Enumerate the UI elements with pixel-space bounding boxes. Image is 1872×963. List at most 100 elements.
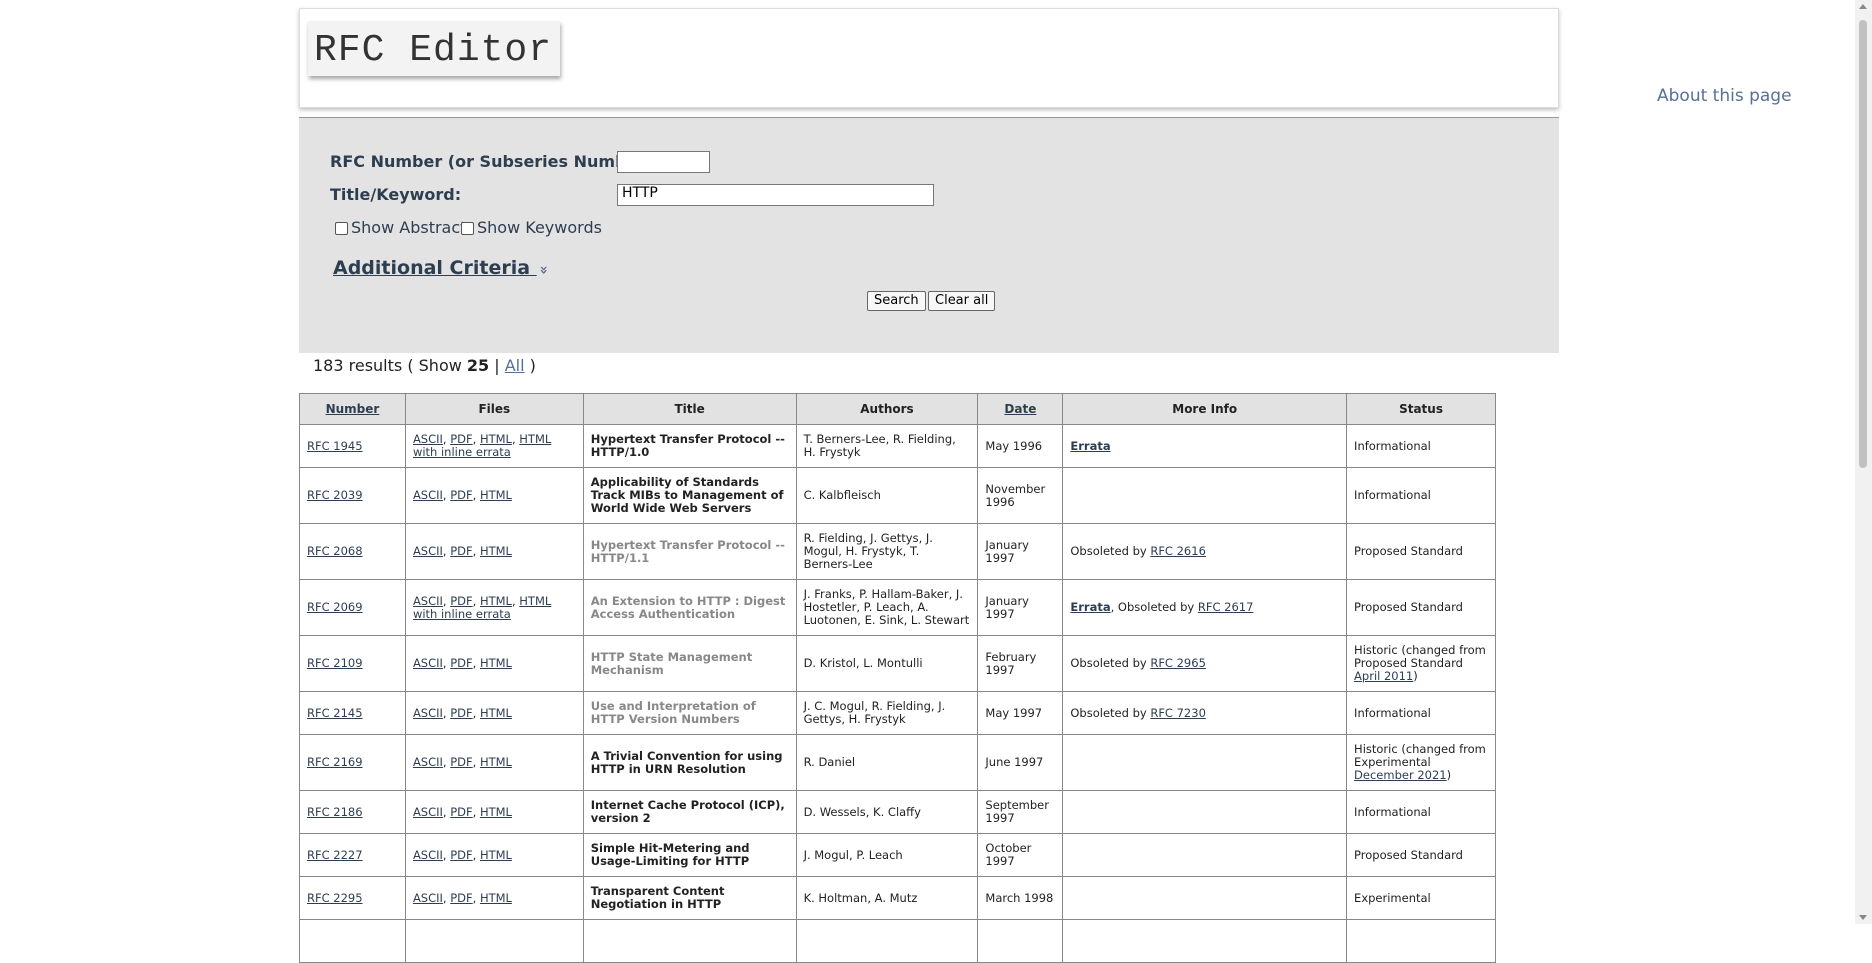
file-link-html[interactable]: HTML xyxy=(480,755,512,769)
cell-files xyxy=(404,919,584,963)
rfc-editor-logo[interactable]: RFC Editor xyxy=(308,21,560,76)
column-header-title: Title xyxy=(582,393,797,425)
vertical-scrollbar[interactable] xyxy=(1855,0,1872,924)
file-link-html[interactable]: HTML xyxy=(480,848,512,862)
scroll-down-arrow-icon[interactable] xyxy=(1859,915,1867,920)
scrollbar-thumb[interactable] xyxy=(1859,20,1867,468)
show-abstract-label[interactable]: Show Abstract xyxy=(351,218,466,237)
file-link-ascii[interactable]: ASCII xyxy=(413,848,443,862)
rfc-number-link[interactable]: RFC 2039 xyxy=(307,488,363,502)
file-link-html[interactable]: HTML xyxy=(480,432,512,446)
cell-title: An Extension to HTTP : Digest Access Aut… xyxy=(582,579,797,636)
obsoleted-by-link[interactable]: RFC 7230 xyxy=(1150,706,1206,720)
file-link-pdf[interactable]: PDF xyxy=(450,488,472,502)
file-link-ascii[interactable]: ASCII xyxy=(413,891,443,905)
cell-status: Proposed Standard xyxy=(1346,833,1496,877)
file-link-html[interactable]: HTML xyxy=(480,656,512,670)
file-link-pdf[interactable]: PDF xyxy=(450,805,472,819)
search-button[interactable]: Search xyxy=(867,291,926,311)
file-link-pdf[interactable]: PDF xyxy=(450,432,472,446)
rfc-number-input[interactable] xyxy=(617,151,710,173)
rfc-number-link[interactable]: RFC 2109 xyxy=(307,656,363,670)
table-row: RFC 2169 ASCII, PDF, HTML A Trivial Conven… xyxy=(299,734,1496,791)
obsoleted-by-link[interactable]: RFC 2617 xyxy=(1198,600,1254,614)
column-header-authors: Authors xyxy=(795,393,979,425)
cell-status: Historic (changed from Proposed Standard… xyxy=(1346,635,1496,692)
file-link-ascii[interactable]: ASCII xyxy=(413,805,443,819)
results-count: 183 results ( Show xyxy=(313,356,467,375)
show-count-current: 25 xyxy=(466,356,490,375)
cell-number: RFC 2169 xyxy=(299,734,406,791)
file-link-html[interactable]: HTML xyxy=(480,544,512,558)
rfc-number-link[interactable]: RFC 1945 xyxy=(307,439,363,453)
cell-number: RFC 2109 xyxy=(299,635,406,692)
clear-all-button[interactable]: Clear all xyxy=(928,291,996,311)
cell-status: Informational xyxy=(1346,467,1496,524)
scroll-up-arrow-icon[interactable] xyxy=(1859,4,1867,9)
file-link-pdf[interactable]: PDF xyxy=(450,706,472,720)
results-table-body: RFC 1945 ASCII, PDF, HTML, HTML with inli… xyxy=(299,424,1496,963)
cell-date: May 1996 xyxy=(977,424,1064,468)
cell-date: May 1997 xyxy=(977,691,1064,735)
errata-link[interactable]: Errata xyxy=(1070,439,1110,453)
show-keywords-label[interactable]: Show Keywords xyxy=(477,218,602,237)
rfc-number-link[interactable]: RFC 2169 xyxy=(307,755,363,769)
show-keywords-checkbox[interactable] xyxy=(461,222,474,235)
rfc-number-link[interactable]: RFC 2069 xyxy=(307,600,363,614)
file-link-html[interactable]: HTML xyxy=(480,805,512,819)
rfc-number-link[interactable]: RFC 2295 xyxy=(307,891,363,905)
file-link-html[interactable]: HTML xyxy=(480,706,512,720)
results-table: Number Files Title Authors Date More Inf… xyxy=(299,393,1496,963)
obsoleted-by-link[interactable]: RFC 2965 xyxy=(1150,656,1206,670)
show-abstract-checkbox[interactable] xyxy=(335,222,348,235)
cell-status: Historic (changed from Experimental Dece… xyxy=(1346,734,1496,791)
status-date-link[interactable]: April 2011 xyxy=(1354,669,1413,683)
table-row: RFC 2068 ASCII, PDF, HTML Hypertext Transf… xyxy=(299,523,1496,580)
rfc-number-link[interactable]: RFC 2068 xyxy=(307,544,363,558)
cell-authors: R. Fielding, J. Gettys, J. Mogul, H. Fry… xyxy=(795,523,979,580)
file-link-ascii[interactable]: ASCII xyxy=(413,656,443,670)
show-all-link[interactable]: All xyxy=(505,356,525,375)
cell-authors: T. Berners-Lee, R. Fielding, H. Frystyk xyxy=(795,424,979,468)
about-this-page-link[interactable]: About this page xyxy=(1657,86,1792,106)
cell-date: September 1997 xyxy=(977,790,1064,834)
file-link-ascii[interactable]: ASCII xyxy=(413,544,443,558)
cell-title: Transparent Content Negotiation in HTTP xyxy=(582,876,797,920)
column-header-date[interactable]: Date xyxy=(977,393,1064,425)
rfc-number-link[interactable]: RFC 2186 xyxy=(307,805,363,819)
file-link-ascii[interactable]: ASCII xyxy=(413,706,443,720)
file-link-ascii[interactable]: ASCII xyxy=(413,488,443,502)
file-link-html[interactable]: HTML xyxy=(480,891,512,905)
file-link-html[interactable]: HTML xyxy=(480,488,512,502)
cell-date: March 1998 xyxy=(977,876,1064,920)
table-row: RFC 1945 ASCII, PDF, HTML, HTML with inli… xyxy=(299,424,1496,468)
file-link-html[interactable]: HTML xyxy=(480,594,512,608)
rfc-number-link[interactable]: RFC 2227 xyxy=(307,848,363,862)
cell-status: Informational xyxy=(1346,691,1496,735)
additional-criteria-label: Additional Criteria xyxy=(333,257,531,279)
file-link-pdf[interactable]: PDF xyxy=(450,848,472,862)
file-link-pdf[interactable]: PDF xyxy=(450,891,472,905)
file-link-ascii[interactable]: ASCII xyxy=(413,755,443,769)
rfc-number-link[interactable]: RFC 2145 xyxy=(307,706,363,720)
errata-link[interactable]: Errata xyxy=(1070,600,1110,614)
additional-criteria-toggle[interactable]: Additional Criteria » xyxy=(333,257,552,279)
file-link-pdf[interactable]: PDF xyxy=(450,594,472,608)
table-row: RFC 2109 ASCII, PDF, HTML HTTP State Manag… xyxy=(299,635,1496,692)
rfc-title: Transparent Content Negotiation in HTTP xyxy=(590,884,725,911)
file-link-ascii[interactable]: ASCII xyxy=(413,432,443,446)
cell-title: Hypertext Transfer Protocol -- HTTP/1.0 xyxy=(582,424,797,468)
file-link-ascii[interactable]: ASCII xyxy=(413,594,443,608)
file-link-pdf[interactable]: PDF xyxy=(450,544,472,558)
rfc-title: HTTP State Management Mechanism xyxy=(590,649,753,677)
status-date-link[interactable]: December 2021 xyxy=(1354,768,1447,782)
file-link-pdf[interactable]: PDF xyxy=(450,656,472,670)
expand-chevron-icon: » xyxy=(535,265,552,275)
column-header-number[interactable]: Number xyxy=(299,393,406,425)
table-row: RFC 2039 ASCII, PDF, HTML Applicability of… xyxy=(299,467,1496,524)
table-row: RFC 2145 ASCII, PDF, HTML Use and Interpre… xyxy=(299,691,1496,735)
file-link-pdf[interactable]: PDF xyxy=(450,755,472,769)
column-header-files: Files xyxy=(404,393,584,425)
title-keyword-input[interactable]: HTTP xyxy=(617,184,934,206)
obsoleted-by-link[interactable]: RFC 2616 xyxy=(1150,544,1206,558)
